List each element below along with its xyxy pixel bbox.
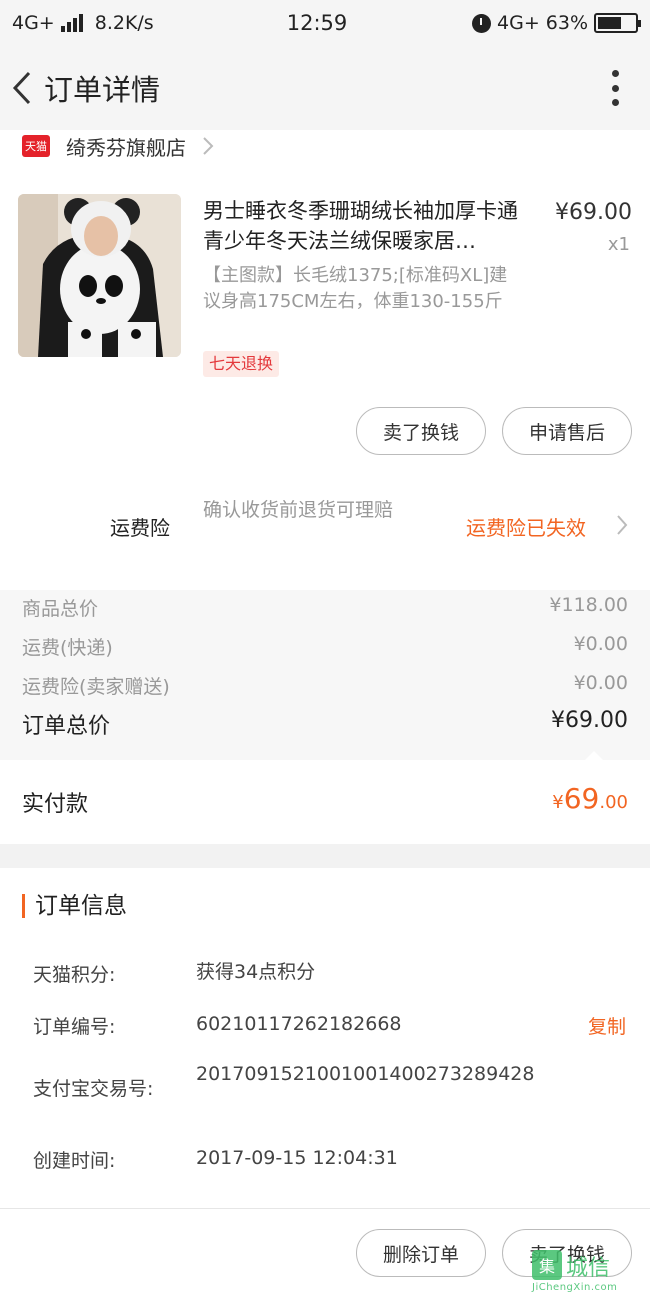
network-type-right: 4G+ <box>497 12 540 34</box>
more-menu-icon[interactable] <box>610 70 620 106</box>
clock: 12:59 <box>286 11 348 35</box>
order-total-label: 订单总价 <box>22 714 111 739</box>
paid-integer: 69 <box>563 782 600 815</box>
battery-percent: 63% <box>545 12 588 34</box>
shop-row[interactable]: 天猫 绮秀芬旗舰店 <box>0 130 650 162</box>
insurance-status: 运费险已失效 <box>466 516 586 540</box>
paid-row: 实付款 ¥69.00 <box>0 760 650 844</box>
watermark-subtext: JiChengXin.com <box>532 1282 618 1293</box>
product-quantity: x1 <box>607 234 630 255</box>
network-speed: 8.2K/s <box>94 12 154 34</box>
order-info-section: 订单信息 天猫积分: 获得34点积分 订单编号: 602101172621826… <box>0 868 650 1208</box>
chevron-right-icon <box>203 137 214 155</box>
price-summary: 商品总价 ¥118.00 运费(快递) ¥0.00 运费险(卖家赠送) ¥0.0… <box>0 590 650 761</box>
sell-button[interactable]: 卖了换钱 <box>356 407 486 455</box>
order-number-label: 订单编号: <box>33 1016 116 1038</box>
insurance-label: 运费险 <box>110 516 170 540</box>
points-value: 获得34点积分 <box>196 961 316 983</box>
summary-value: ¥118.00 <box>549 594 628 616</box>
shipping-insurance-row[interactable]: 运费险 确认收货前退货可理赔 运费险已失效 <box>0 490 650 560</box>
order-total-value: ¥69.00 <box>551 708 628 733</box>
alipay-trade-label: 支付宝交易号: <box>33 1078 154 1100</box>
alarm-icon <box>472 13 492 33</box>
summary-value: ¥0.00 <box>573 633 628 655</box>
alipay-trade-value: 2017091521001001400273289428 <box>196 1063 535 1085</box>
battery-icon <box>594 13 641 33</box>
nav-bar: 订单详情 <box>0 46 650 130</box>
network-type: 4G+ <box>12 12 55 34</box>
section-title: 订单信息 <box>22 894 127 918</box>
shop-name: 绮秀芬旗舰店 <box>66 135 186 160</box>
created-time-value: 2017-09-15 12:04:31 <box>196 1147 398 1169</box>
copy-order-number-button[interactable]: 复制 <box>588 1012 626 1039</box>
summary-value: ¥0.00 <box>573 672 628 694</box>
status-right: 4G+ 63% <box>472 12 641 34</box>
summary-row: 运费(快递) ¥0.00 <box>22 633 628 660</box>
watermark-logo: 集 城信 JiChengXin.com <box>532 1246 644 1294</box>
tmall-badge: 天猫 <box>22 135 50 157</box>
order-number-value: 60210117262182668 <box>196 1013 402 1035</box>
paid-amount: ¥69.00 <box>552 782 628 815</box>
return-policy-badge: 七天退换 <box>203 351 280 377</box>
summary-row: 运费险(卖家赠送) ¥0.00 <box>22 672 628 699</box>
paid-decimal: .00 <box>599 792 628 813</box>
product-title[interactable]: 男士睡衣冬季珊瑚绒长袖加厚卡通青少年冬天法兰绒保暖家居… <box>203 196 533 256</box>
status-left: 4G+ 8.2K/s <box>12 12 212 34</box>
summary-label: 运费(快递) <box>22 637 113 659</box>
product-price: ¥69.00 <box>555 200 632 225</box>
after-sale-button[interactable]: 申请售后 <box>502 407 632 455</box>
product-sku: 【主图款】长毛绒1375;[标准码XL]建议身高175CM左右，体重130-15… <box>203 265 508 312</box>
order-item-card: 天猫 绮秀芬旗舰店 男士睡衣冬季珊瑚绒长袖加厚卡通青少年冬天法兰绒保暖家居… ¥… <box>0 130 650 590</box>
watermark-text: 城信 <box>566 1256 611 1281</box>
back-arrow-icon[interactable] <box>2 46 42 130</box>
created-time-label: 创建时间: <box>33 1150 116 1172</box>
page-title: 订单详情 <box>44 73 161 107</box>
paid-label: 实付款 <box>22 792 89 817</box>
paid-currency: ¥ <box>552 792 564 813</box>
signal-icon <box>60 14 83 32</box>
insurance-description: 确认收货前退货可理赔 <box>203 499 394 521</box>
delete-order-button[interactable]: 删除订单 <box>356 1229 486 1277</box>
points-label: 天猫积分: <box>33 964 116 986</box>
status-bar: 4G+ 8.2K/s 12:59 4G+ 63% <box>0 0 650 46</box>
order-total-row: 订单总价 ¥69.00 <box>22 708 628 740</box>
summary-label: 运费险(卖家赠送) <box>22 676 170 698</box>
summary-row: 商品总价 ¥118.00 <box>22 594 628 621</box>
product-image[interactable] <box>18 194 181 357</box>
summary-label: 商品总价 <box>22 598 99 620</box>
chevron-right-icon <box>617 515 628 535</box>
watermark-icon: 集 <box>532 1250 562 1280</box>
